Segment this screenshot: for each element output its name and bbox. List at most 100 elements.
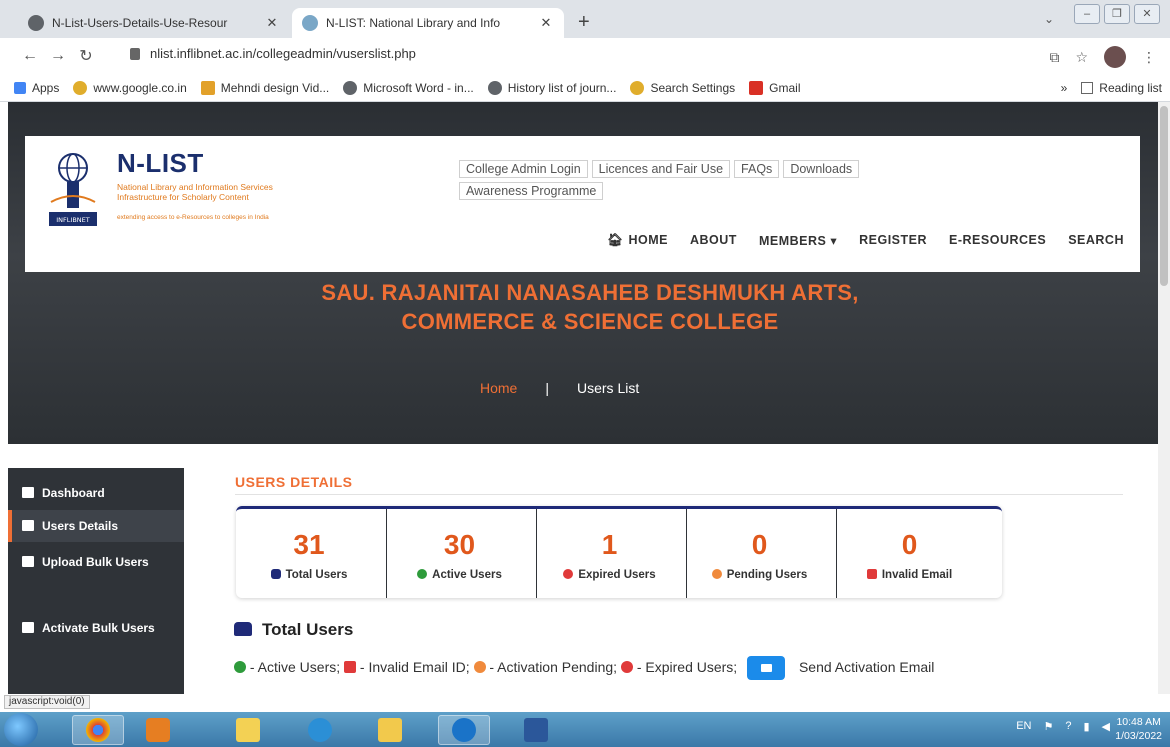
bookmark-history[interactable]: History list of journ...	[487, 80, 617, 95]
taskbar-edge[interactable]	[438, 715, 490, 745]
stat-invalid-email[interactable]: 0 Invalid Email	[836, 509, 982, 598]
taskbar-app-3[interactable]	[222, 715, 274, 745]
admin-sidebar: Dashboard Users Details Upload Bulk User…	[8, 468, 184, 694]
total-users-heading: Total Users	[234, 620, 353, 640]
language-indicator[interactable]: EN	[1016, 720, 1031, 733]
check-circle-icon	[417, 569, 428, 579]
check-square-icon	[22, 622, 34, 633]
scrollbar-thumb[interactable]	[1160, 106, 1168, 286]
minimize-button[interactable]: –	[1074, 4, 1100, 24]
stat-pending-users[interactable]: 0 Pending Users	[686, 509, 832, 598]
logo-subtitle: National Library and Information Service…	[117, 182, 273, 202]
restore-button[interactable]: ❐	[1104, 4, 1130, 24]
users-icon	[234, 622, 252, 636]
logo-title[interactable]: N-LIST	[117, 148, 204, 179]
kebab-menu-icon[interactable]: ⋮	[1142, 49, 1156, 66]
nav-members[interactable]: MEMBERS ▾	[759, 233, 837, 248]
stats-card: 31 Total Users 30 Active Users 1 Expired…	[236, 506, 1002, 598]
windows-taskbar: EN ⚑ ? ▮ ◀ 10:48 AM 1/03/2022	[0, 712, 1170, 747]
nlist-favicon-icon	[302, 15, 318, 31]
forward-arrow-icon[interactable]: →	[44, 47, 72, 65]
nav-register[interactable]: REGISTER	[859, 233, 927, 248]
bookmark-label: History list of journ...	[507, 80, 617, 95]
nav-search[interactable]: SEARCH	[1068, 233, 1124, 248]
star-icon[interactable]: ☆	[1075, 49, 1088, 66]
tab-search-icon[interactable]: ⌄	[1044, 12, 1054, 26]
address-bar[interactable]: nlist.inflibnet.ac.in/collegeadmin/vuser…	[130, 46, 416, 61]
stat-total-users[interactable]: 31 Total Users	[236, 509, 382, 598]
send-activation-button[interactable]	[747, 656, 786, 681]
bookmarks-more-icon[interactable]: »	[1061, 81, 1068, 95]
upload-users-icon	[22, 556, 34, 567]
pending-circle-icon	[711, 569, 722, 579]
bookmark-search-settings[interactable]: Search Settings	[630, 80, 735, 95]
dashboard-icon	[22, 487, 34, 498]
close-icon[interactable]: ✕	[264, 15, 280, 31]
close-icon[interactable]: ✕	[538, 15, 554, 31]
stat-value: 30	[443, 529, 476, 560]
invalid-email-icon	[344, 661, 357, 673]
bookmark-word[interactable]: Microsoft Word - in...	[343, 80, 474, 95]
legend-invalid: - Invalid Email ID;	[359, 659, 470, 675]
reload-icon[interactable]: ↻	[72, 46, 100, 66]
window-close-button[interactable]: ✕	[1134, 4, 1160, 24]
link-downloads[interactable]: Downloads	[783, 160, 860, 178]
apps-grid-icon	[14, 81, 26, 94]
nav-label: MEMBERS	[758, 234, 827, 248]
nav-e-resources[interactable]: E-RESOURCES	[949, 233, 1046, 248]
taskbar-word[interactable]	[510, 715, 562, 745]
browser-tabbar: N-List-Users-Details-Use-Resour ✕ N-LIST…	[0, 0, 1170, 38]
share-icon[interactable]: ⧉	[1049, 49, 1059, 66]
section-title: USERS DETAILS	[235, 474, 353, 490]
browser-tab-1[interactable]: N-List-Users-Details-Use-Resour ✕	[18, 8, 290, 38]
pending-circle-icon	[473, 661, 486, 673]
bookmark-label: Microsoft Word - in...	[363, 80, 474, 95]
bookmark-label: Gmail	[769, 80, 801, 95]
users-icon	[270, 569, 281, 579]
link-faqs[interactable]: FAQs	[734, 160, 780, 178]
window-controls: – ❐ ✕	[1074, 4, 1160, 24]
taskbar-ie[interactable]	[294, 715, 346, 745]
caret-down-icon: ▾	[830, 234, 838, 248]
sidebar-item-dashboard[interactable]: Dashboard	[8, 482, 184, 504]
gmail-icon	[749, 80, 764, 95]
page-scrollbar[interactable]	[1158, 102, 1170, 694]
bookmark-gmail[interactable]: Gmail	[749, 80, 801, 95]
browser-toolbar: ← → ↻ nlist.inflibnet.ac.in/collegeadmin…	[0, 38, 1170, 74]
sidebar-item-users-details[interactable]: Users Details	[8, 510, 184, 542]
link-licences[interactable]: Licences and Fair Use	[591, 160, 731, 178]
stat-expired-users[interactable]: 1 Expired Users	[536, 509, 682, 598]
link-college-admin-login[interactable]: College Admin Login	[459, 160, 588, 178]
sidebar-item-upload-bulk-users[interactable]: Upload Bulk Users	[8, 550, 184, 598]
taskbar-chrome[interactable]	[72, 715, 124, 745]
taskbar-clock[interactable]: 10:48 AM 1/03/2022	[1115, 715, 1162, 743]
network-icon[interactable]: ▮	[1083, 720, 1089, 733]
google-icon	[630, 80, 645, 95]
flag-icon[interactable]: ⚑	[1043, 720, 1053, 733]
taskbar-explorer[interactable]	[364, 715, 416, 745]
start-button[interactable]	[4, 713, 38, 746]
browser-tab-2[interactable]: N-LIST: National Library and Info ✕	[292, 8, 564, 38]
nav-home[interactable]: 🏠︎ HOME	[607, 233, 668, 248]
breadcrumb: Home | Users List	[480, 380, 639, 396]
bookmark-label: Mehndi design Vid...	[220, 80, 330, 95]
bookmark-mehndi[interactable]: Mehndi design Vid...	[200, 80, 330, 95]
stat-active-users[interactable]: 30 Active Users	[386, 509, 532, 598]
bookmark-apps[interactable]: Apps	[14, 81, 59, 95]
taskbar-app-2[interactable]	[132, 715, 184, 745]
logo-subtitle-line: National Library and Information Service…	[117, 182, 273, 192]
breadcrumb-home[interactable]: Home	[480, 380, 517, 396]
link-awareness-programme[interactable]: Awareness Programme	[459, 182, 604, 200]
stat-label: Pending Users	[726, 569, 808, 581]
play-icon	[200, 80, 215, 95]
profile-avatar[interactable]	[1104, 46, 1126, 68]
nav-about[interactable]: ABOUT	[690, 233, 737, 248]
back-arrow-icon[interactable]: ←	[16, 47, 44, 65]
bookmark-google[interactable]: www.google.co.in	[73, 80, 187, 95]
folder-icon	[378, 718, 402, 742]
new-tab-button[interactable]: +	[578, 12, 590, 32]
volume-icon[interactable]: ◀	[1102, 720, 1110, 733]
sidebar-item-activate-bulk-users[interactable]: Activate Bulk Users	[8, 616, 184, 664]
help-icon[interactable]: ?	[1065, 720, 1071, 733]
reading-list-button[interactable]: Reading list	[1081, 81, 1162, 95]
